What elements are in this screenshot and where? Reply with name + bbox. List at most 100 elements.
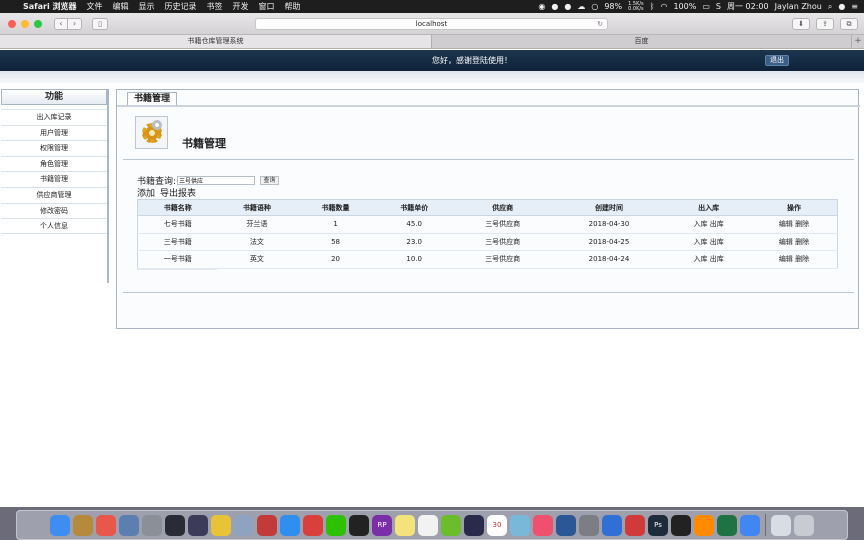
edit-link[interactable]: 编辑 xyxy=(779,255,793,263)
edit-link[interactable]: 编辑 xyxy=(779,220,793,228)
wechat-status-icon[interactable]: ● xyxy=(551,2,558,11)
sidebar-toggle-button[interactable]: ▯ xyxy=(92,17,108,30)
edit-link[interactable]: 编辑 xyxy=(779,238,793,246)
forward-button[interactable]: › xyxy=(68,17,82,30)
sidebar-item-profile[interactable]: 个人信息 xyxy=(1,218,107,234)
safari-icon[interactable] xyxy=(280,514,300,536)
stock-in-link[interactable]: 入库 xyxy=(694,220,708,228)
word-icon[interactable] xyxy=(556,514,576,536)
delete-link[interactable]: 删除 xyxy=(795,220,809,228)
add-link[interactable]: 添加 xyxy=(137,186,155,199)
sidebar-item-users[interactable]: 用户管理 xyxy=(1,124,107,141)
menu-view[interactable]: 显示 xyxy=(134,1,160,12)
terminal-icon[interactable] xyxy=(188,514,208,536)
fullscreen-window-button[interactable] xyxy=(34,19,42,28)
menu-app-name[interactable]: Safari 浏览器 xyxy=(18,1,82,12)
wifi-icon[interactable]: ◠ xyxy=(660,2,667,11)
wechat-icon[interactable] xyxy=(326,514,346,536)
finder-icon[interactable] xyxy=(50,514,70,536)
db-icon[interactable] xyxy=(234,514,254,536)
main-panel: 书籍管理 书籍管理 书籍查询: 查询 添加 导出报表 书籍名称 xyxy=(116,89,860,329)
cell-price: 23.0 xyxy=(374,233,454,251)
folder-icon[interactable] xyxy=(771,514,791,536)
menu-develop[interactable]: 开发 xyxy=(228,1,254,12)
record-icon[interactable]: ◉ xyxy=(538,2,545,11)
teamviewer-icon[interactable] xyxy=(625,514,645,536)
axure-icon[interactable]: RP xyxy=(372,514,392,536)
tab-underline xyxy=(117,105,860,107)
trash-icon[interactable] xyxy=(794,514,814,536)
stock-in-link[interactable]: 入库 xyxy=(694,255,708,263)
music-icon[interactable] xyxy=(533,514,553,536)
address-bar[interactable]: localhost ↻ xyxy=(255,18,608,30)
sidebar-item-roles[interactable]: 角色管理 xyxy=(1,155,107,172)
baidu-netdisk-icon[interactable] xyxy=(602,514,622,536)
tab-book-system[interactable]: 书籍仓库管理系统 xyxy=(0,35,432,48)
presentation-icon[interactable] xyxy=(303,514,323,536)
intellij-icon[interactable] xyxy=(165,514,185,536)
preview-icon[interactable] xyxy=(119,514,139,536)
menu-window[interactable]: 窗口 xyxy=(254,1,280,12)
sidebar-item-suppliers[interactable]: 供应商管理 xyxy=(1,186,107,203)
export-link[interactable]: 导出报表 xyxy=(160,186,196,199)
textedit-icon[interactable] xyxy=(418,514,438,536)
battery-icon[interactable]: ▭ xyxy=(702,2,710,11)
sublime-status-icon[interactable]: S xyxy=(716,2,721,11)
sidebar-item-records[interactable]: 出入库记录 xyxy=(1,109,107,125)
minimize-window-button[interactable] xyxy=(21,19,29,28)
share-icon[interactable]: ⇪ xyxy=(816,18,834,30)
qq-status-icon[interactable]: ● xyxy=(564,2,571,11)
back-button[interactable]: ‹ xyxy=(54,17,68,30)
chrome-icon[interactable] xyxy=(740,514,760,536)
photoshop-icon[interactable]: Ps xyxy=(648,514,668,536)
maps-icon[interactable] xyxy=(510,514,530,536)
excel-icon[interactable] xyxy=(717,514,737,536)
bluetooth-icon[interactable]: ᛒ xyxy=(650,2,655,11)
search-button[interactable]: 查询 xyxy=(260,176,280,185)
stickies-icon[interactable] xyxy=(395,514,415,536)
menu-bookmarks[interactable]: 书签 xyxy=(202,1,228,12)
menu-file[interactable]: 文件 xyxy=(82,1,108,12)
bee-icon[interactable] xyxy=(211,514,231,536)
menu-list-icon[interactable]: ≡ xyxy=(851,2,858,11)
tab-baidu[interactable]: 百度 xyxy=(432,35,852,48)
stock-out-link[interactable]: 出库 xyxy=(710,255,724,263)
macos-menu-bar: Safari 浏览器 文件 编辑 显示 历史记录 书签 开发 窗口 帮助 ◉ ●… xyxy=(0,0,864,13)
qq2-icon[interactable] xyxy=(671,514,691,536)
app-icon[interactable] xyxy=(464,514,484,536)
calendar-icon[interactable]: 30 xyxy=(487,514,507,536)
sidebar-item-password[interactable]: 修改密码 xyxy=(1,202,107,219)
reload-icon[interactable]: ↻ xyxy=(597,19,603,30)
user-name[interactable]: Jaylan Zhou xyxy=(775,2,822,11)
close-window-button[interactable] xyxy=(8,19,16,28)
clock[interactable]: 周一 02:00 xyxy=(727,1,769,12)
menu-help[interactable]: 帮助 xyxy=(280,1,306,12)
new-tab-button[interactable]: + xyxy=(852,35,864,48)
qq-browser-icon[interactable] xyxy=(441,514,461,536)
function-sidebar: 功能 出入库记录 用户管理 权限管理 角色管理 书籍管理 供应商管理 修改密码 … xyxy=(1,89,109,283)
search-icon[interactable]: ⌕ xyxy=(828,2,832,12)
sublime-icon[interactable] xyxy=(694,514,714,536)
cloud-icon[interactable]: ☁ xyxy=(577,2,585,11)
launchpad-icon[interactable] xyxy=(142,514,162,536)
sidebar-item-books[interactable]: 书籍管理 xyxy=(1,171,107,187)
stock-out-link[interactable]: 出库 xyxy=(710,238,724,246)
logout-button[interactable]: 退出 xyxy=(765,55,789,66)
ruby-icon[interactable] xyxy=(257,514,277,536)
tabs-overview-icon[interactable]: ⧉ xyxy=(840,18,858,30)
menu-history[interactable]: 历史记录 xyxy=(160,1,202,12)
photos-icon[interactable] xyxy=(96,514,116,536)
battery-ring-icon[interactable]: ○ xyxy=(591,2,598,11)
menu-edit[interactable]: 编辑 xyxy=(108,1,134,12)
stock-in-link[interactable]: 入库 xyxy=(694,238,708,246)
delete-link[interactable]: 删除 xyxy=(795,255,809,263)
stock-out-link[interactable]: 出库 xyxy=(710,220,724,228)
notes-icon[interactable] xyxy=(73,514,93,536)
downloads-icon[interactable]: ⬇ xyxy=(792,18,810,30)
search-input[interactable] xyxy=(177,176,256,185)
sidebar-item-permissions[interactable]: 权限管理 xyxy=(1,140,107,156)
qq-icon[interactable] xyxy=(349,514,369,536)
siri-icon[interactable]: ● xyxy=(838,2,845,11)
system-prefs-icon[interactable] xyxy=(579,514,599,536)
delete-link[interactable]: 删除 xyxy=(795,238,809,246)
